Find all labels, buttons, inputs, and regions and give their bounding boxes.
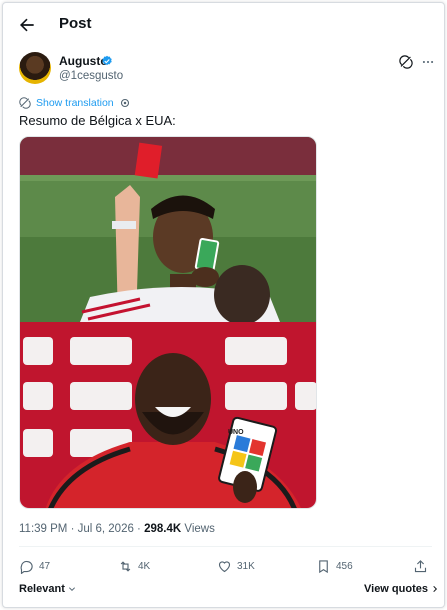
verified-badge-icon: [102, 55, 112, 66]
repost-button[interactable]: 4K: [118, 559, 150, 574]
reply-button[interactable]: 47: [19, 559, 50, 574]
show-translation-button[interactable]: Show translation: [19, 96, 131, 110]
red-card: [134, 142, 163, 179]
green-uno-card: [194, 237, 220, 273]
show-translation-label: Show translation: [36, 97, 114, 109]
reply-count: 47: [39, 561, 51, 572]
like-button[interactable]: 31K: [217, 559, 255, 574]
top-panel-photo: [20, 137, 316, 325]
divider: [19, 546, 432, 547]
view-quotes-link[interactable]: View quotes: [364, 583, 439, 595]
media-image: UNO: [20, 137, 316, 508]
post-frame: Post Augusto @1cesgusto Show translation…: [2, 2, 445, 608]
like-count: 31K: [237, 561, 255, 572]
page-title: Post: [59, 15, 92, 32]
views-count: 298.4K: [144, 523, 182, 535]
more-options-icon[interactable]: [421, 55, 435, 69]
bookmark-icon: [319, 560, 328, 574]
bookmark-count: 456: [336, 561, 353, 572]
timestamp[interactable]: 11:39 PM · Jul 6, 2026 ·: [19, 523, 144, 535]
tweet-text: Resumo de Bélgica x EUA:: [19, 113, 176, 128]
chevron-down-icon: [68, 587, 75, 592]
bookmark-button[interactable]: 456: [316, 559, 353, 574]
repost-icon: [120, 561, 131, 572]
view-quotes-label: View quotes: [364, 583, 428, 595]
author-handle[interactable]: @1cesgusto: [59, 70, 123, 82]
arrow-left-icon[interactable]: [17, 15, 37, 35]
share-icon: [414, 560, 427, 573]
translate-icon: [19, 97, 31, 109]
repost-count: 4K: [138, 561, 151, 572]
avatar[interactable]: [19, 52, 51, 84]
header: Post: [3, 3, 444, 47]
share-button[interactable]: [413, 559, 428, 574]
grok-icon[interactable]: [399, 55, 413, 69]
sort-replies-dropdown[interactable]: Relevant: [19, 583, 76, 595]
uno-card-label: UNO: [228, 429, 244, 436]
heart-icon: [218, 561, 231, 573]
chevron-right-icon: [433, 585, 438, 593]
settings-gear-icon[interactable]: [119, 97, 131, 109]
reply-icon: [20, 560, 33, 574]
tweet-meta: 11:39 PM · Jul 6, 2026 · 298.4K Views: [19, 523, 215, 535]
tweet-media[interactable]: UNO: [19, 136, 317, 509]
bottom-panel-photo: UNO: [20, 322, 316, 508]
views-label: Views: [181, 523, 215, 535]
sort-label: Relevant: [19, 583, 65, 595]
